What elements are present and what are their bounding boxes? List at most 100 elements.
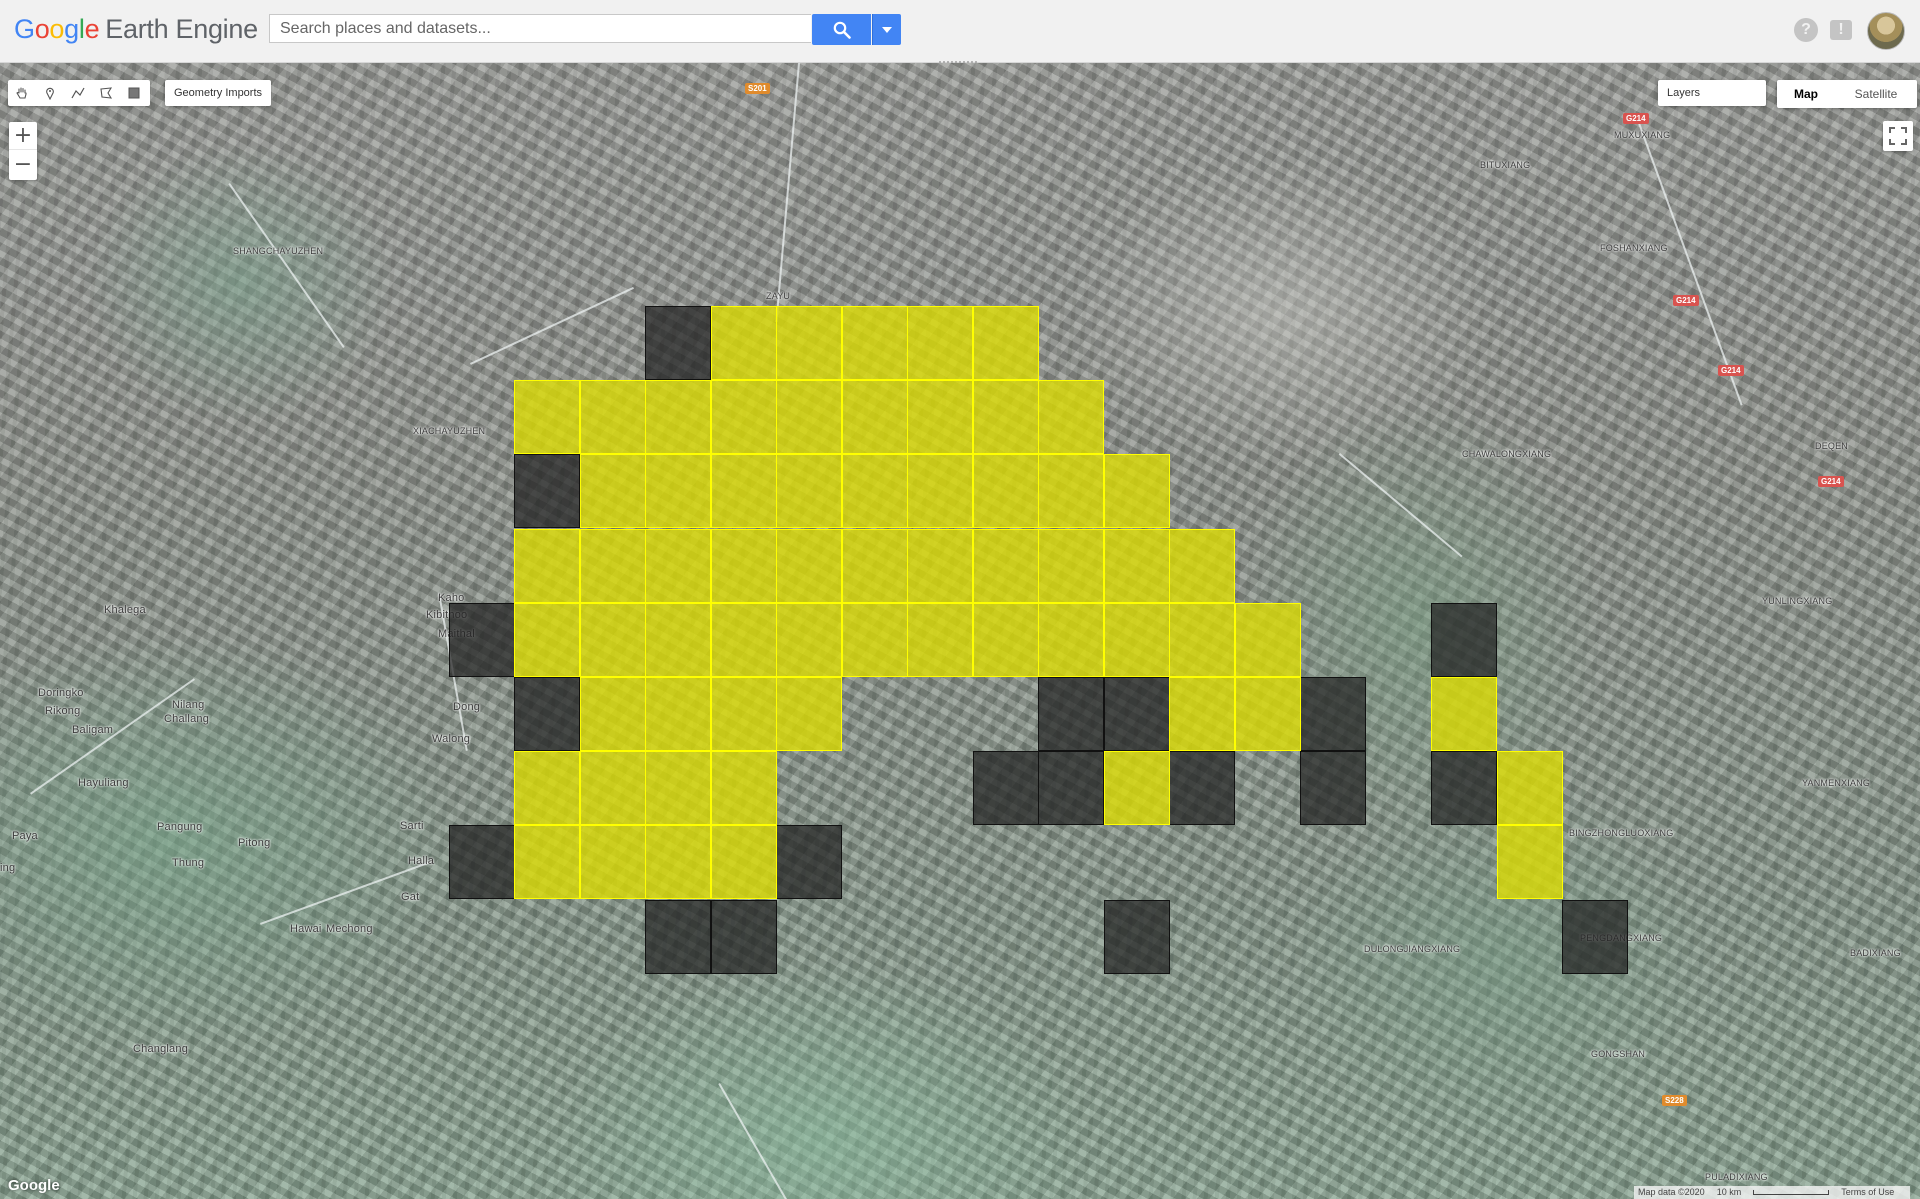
place-label: Rikong: [45, 705, 81, 717]
place-label: Doringko: [38, 687, 84, 699]
yellow-grid-cell: [842, 603, 908, 677]
map-type-map[interactable]: Map: [1777, 80, 1835, 108]
dark-grid-cell: [514, 454, 580, 528]
rectangle-tool-button[interactable]: [120, 80, 148, 106]
map-canvas[interactable]: SHANGCHAYUZHEN XIACHAYUZHEN ZAYU Khalega…: [0, 63, 1920, 1199]
road-shield: G214: [1623, 113, 1649, 124]
polygon-tool-button[interactable]: [92, 80, 120, 106]
place-label: DEQEN: [1815, 441, 1849, 451]
road-shield: G214: [1718, 365, 1744, 376]
dark-grid-cell: [1104, 900, 1170, 974]
yellow-grid-cell: [1235, 603, 1301, 677]
search-button[interactable]: [812, 14, 871, 45]
feedback-icon[interactable]: !: [1830, 20, 1852, 40]
place-label: Paya: [12, 830, 38, 842]
line-tool-button[interactable]: [64, 80, 92, 106]
yellow-grid-cell: [973, 380, 1039, 454]
river: [228, 183, 345, 348]
yellow-grid-cell: [1038, 380, 1104, 454]
header-actions: ? !: [1780, 12, 1920, 50]
pan-tool-button[interactable]: [8, 80, 36, 106]
fullscreen-button[interactable]: [1883, 121, 1913, 151]
place-label: BINGZHONGLUOXIANG: [1569, 828, 1674, 838]
terms-link[interactable]: Terms of Use: [1841, 1187, 1894, 1197]
dark-grid-cell: [1431, 603, 1497, 677]
place-label: Dong: [453, 701, 481, 713]
yellow-grid-cell: [711, 751, 777, 825]
yellow-grid-cell: [1169, 603, 1235, 677]
place-label: Pangung: [157, 821, 203, 833]
yellow-grid-cell: [711, 306, 777, 380]
yellow-grid-cell: [776, 454, 842, 528]
dark-grid-cell: [1038, 751, 1104, 825]
place-label: ing: [0, 862, 16, 874]
earth-engine-logo[interactable]: Google Earth Engine: [14, 14, 258, 45]
dark-grid-cell: [1038, 677, 1104, 751]
yellow-grid-cell: [907, 454, 973, 528]
dark-grid-cell: [645, 900, 711, 974]
product-name: Earth Engine: [105, 14, 258, 44]
polyline-icon: [71, 87, 85, 99]
yellow-grid-cell: [580, 825, 646, 899]
zoom-out-button[interactable]: −: [9, 151, 37, 179]
dark-grid-cell: [1300, 677, 1366, 751]
dark-grid-cell: [449, 603, 515, 677]
yellow-grid-cell: [907, 603, 973, 677]
search-options-dropdown[interactable]: [872, 14, 901, 45]
zoom-in-button[interactable]: +: [9, 122, 37, 150]
yellow-grid-cell: [711, 529, 777, 603]
google-map-logo: Google: [8, 1177, 60, 1194]
zoom-control: + −: [9, 122, 37, 180]
search-input[interactable]: [269, 14, 811, 43]
dark-grid-cell: [449, 825, 515, 899]
yellow-grid-cell: [842, 454, 908, 528]
dark-grid-cell: [1431, 751, 1497, 825]
marker-icon: [46, 87, 54, 100]
point-tool-button[interactable]: [36, 80, 64, 106]
place-label: YANMENXIANG: [1802, 778, 1871, 788]
yellow-grid-cell: [907, 529, 973, 603]
map-type-satellite[interactable]: Satellite: [1835, 80, 1917, 108]
help-icon[interactable]: ?: [1794, 18, 1818, 42]
yellow-grid-cell: [711, 825, 777, 899]
yellow-grid-cell: [1038, 454, 1104, 528]
yellow-grid-cell: [645, 603, 711, 677]
fullscreen-icon: [1889, 127, 1907, 145]
yellow-grid-cell: [580, 454, 646, 528]
yellow-grid-cell: [514, 825, 580, 899]
place-label: GONGSHAN: [1591, 1049, 1646, 1059]
yellow-grid-cell: [1169, 677, 1235, 751]
yellow-grid-cell: [711, 380, 777, 454]
yellow-grid-cell: [1104, 529, 1170, 603]
place-label: Challang: [164, 713, 210, 725]
layers-button[interactable]: Layers: [1658, 80, 1766, 106]
geometry-imports-button[interactable]: Geometry Imports: [165, 80, 272, 106]
yellow-grid-cell: [711, 603, 777, 677]
yellow-grid-cell: [645, 677, 711, 751]
dark-grid-cell: [645, 306, 711, 380]
place-label: YUNLINGXIANG: [1762, 596, 1833, 606]
yellow-grid-cell: [645, 380, 711, 454]
scale-label[interactable]: 10 km: [1717, 1187, 1742, 1197]
yellow-grid-cell: [1235, 677, 1301, 751]
yellow-grid-cell: [776, 677, 842, 751]
yellow-grid-cell: [514, 751, 580, 825]
yellow-grid-cell: [514, 603, 580, 677]
yellow-grid-cell: [973, 306, 1039, 380]
app-header: GoogleEarth Engine ? !: [0, 0, 1920, 66]
user-avatar[interactable]: [1867, 12, 1905, 50]
yellow-grid-cell: [580, 751, 646, 825]
yellow-grid-cell: [1038, 529, 1104, 603]
place-label: Changlang: [133, 1043, 189, 1055]
yellow-grid-cell: [776, 380, 842, 454]
yellow-grid-cell: [776, 306, 842, 380]
place-label: DULONGJIANGXIANG: [1364, 944, 1461, 954]
road-shield: S228: [1662, 1095, 1687, 1106]
place-label: Nilang: [172, 699, 205, 711]
yellow-grid-cell: [842, 306, 908, 380]
place-label: BADIXIANG: [1850, 948, 1901, 958]
place-label: Sarti: [400, 820, 424, 832]
yellow-grid-cell: [907, 380, 973, 454]
dark-grid-cell: [1300, 751, 1366, 825]
place-label: MUXUXIANG: [1614, 130, 1671, 140]
